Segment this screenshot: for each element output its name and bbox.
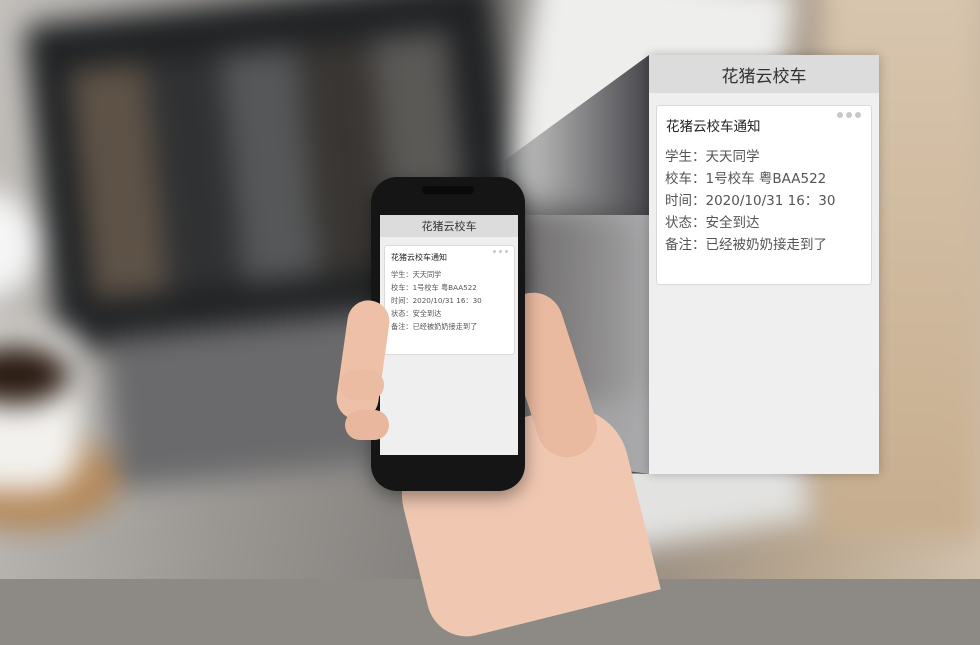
panel-notification-card[interactable]: 花猪云校车通知 学生：天天同学 校车：1号校车 粤BAA522 时间：2020/… <box>656 105 872 285</box>
line-note: 备注：已经被奶奶接走到了 <box>665 237 827 253</box>
hand-finger <box>345 410 389 440</box>
more-dots-icon[interactable] <box>493 250 508 253</box>
enlarged-screen-panel: 花猪云校车 花猪云校车通知 学生：天天同学 校车：1号校车 粤BAA522 时间… <box>649 55 879 474</box>
line-time: 时间：2020/10/31 16：30 <box>391 296 482 305</box>
more-dots-icon[interactable] <box>837 112 861 118</box>
notification-title: 花猪云校车通知 <box>666 119 761 135</box>
line-bus: 校车：1号校车 粤BAA522 <box>665 171 827 187</box>
line-status: 状态：安全到达 <box>665 215 760 231</box>
panel-app-header: 花猪云校车 <box>649 55 879 93</box>
hand-finger <box>340 370 384 400</box>
line-note: 备注：已经被奶奶接走到了 <box>391 322 478 331</box>
line-student: 学生：天天同学 <box>391 270 442 279</box>
phone-notch <box>422 186 474 194</box>
notification-title: 花猪云校车通知 <box>391 253 447 262</box>
phone-app-header: 花猪云校车 <box>380 215 518 237</box>
line-bus: 校车：1号校车 粤BAA522 <box>391 283 477 292</box>
phone-notification-card[interactable]: 花猪云校车通知 学生：天天同学 校车：1号校车 粤BAA522 时间：2020/… <box>384 245 515 355</box>
phone-screen: 花猪云校车 花猪云校车通知 学生：天天同学 校车：1号校车 粤BAA522 时间… <box>380 215 518 455</box>
line-time: 时间：2020/10/31 16：30 <box>665 193 836 209</box>
line-student: 学生：天天同学 <box>665 149 760 165</box>
line-status: 状态：安全到达 <box>391 309 442 318</box>
